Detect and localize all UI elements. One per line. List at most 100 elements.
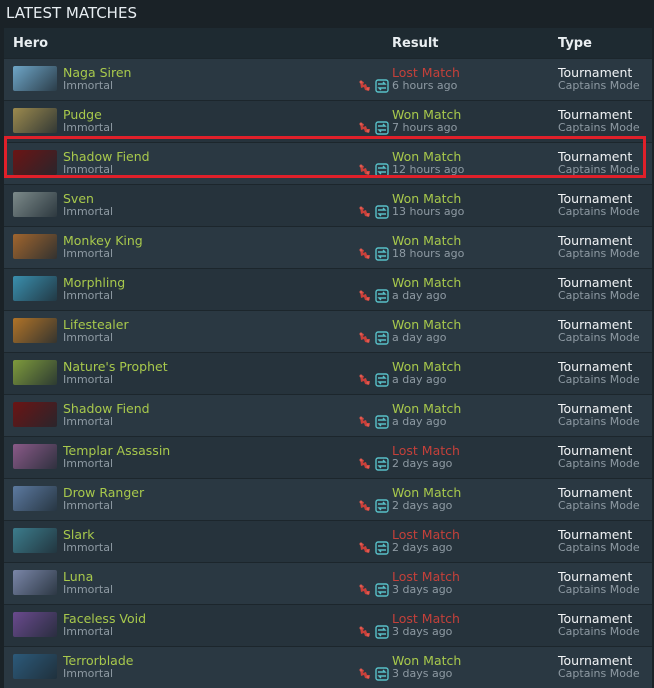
match-result-link[interactable]: Won Match	[392, 107, 461, 122]
hero-name-link[interactable]: Morphling	[63, 275, 125, 290]
feet-icon	[359, 374, 370, 385]
hero-name-link[interactable]: Pudge	[63, 107, 102, 122]
skill-bracket: Immortal	[63, 331, 114, 344]
match-type: Tournament	[558, 653, 633, 668]
table-row[interactable]: Slark Immortal Lost Match 2 days ago Tou…	[4, 520, 652, 562]
match-result-link[interactable]: Lost Match	[392, 569, 460, 584]
game-mode: Captains Mode	[558, 499, 640, 512]
match-icons	[358, 541, 390, 555]
table-row[interactable]: Morphling Immortal Won Match a day ago T…	[4, 268, 652, 310]
swap-icon	[375, 583, 389, 597]
match-result-link[interactable]: Won Match	[392, 317, 461, 332]
table-row[interactable]: Lifestealer Immortal Won Match a day ago…	[4, 310, 652, 352]
skill-bracket: Immortal	[63, 247, 114, 260]
hero-portrait[interactable]	[13, 108, 57, 133]
hero-portrait[interactable]	[13, 528, 57, 553]
hero-portrait[interactable]	[13, 402, 57, 427]
match-result-link[interactable]: Won Match	[392, 401, 461, 416]
swap-icon	[375, 331, 389, 345]
hero-name-link[interactable]: Terrorblade	[63, 653, 133, 668]
match-time: 3 days ago	[392, 625, 453, 638]
match-result-link[interactable]: Lost Match	[392, 527, 460, 542]
hero-portrait[interactable]	[13, 444, 57, 469]
hero-name-link[interactable]: Shadow Fiend	[63, 149, 150, 164]
hero-name-link[interactable]: Luna	[63, 569, 93, 584]
hero-portrait[interactable]	[13, 276, 57, 301]
match-result-link[interactable]: Lost Match	[392, 443, 460, 458]
match-result-link[interactable]: Won Match	[392, 191, 461, 206]
table-row[interactable]: Sven Immortal Won Match 13 hours ago Tou…	[4, 184, 652, 226]
column-header-result: Result	[392, 35, 439, 51]
hero-name-link[interactable]: Drow Ranger	[63, 485, 144, 500]
match-icons	[358, 373, 390, 387]
table-row[interactable]: Templar Assassin Immortal Lost Match 2 d…	[4, 436, 652, 478]
match-result-link[interactable]: Won Match	[392, 149, 461, 164]
game-mode: Captains Mode	[558, 79, 640, 92]
match-type: Tournament	[558, 401, 633, 416]
match-result-link[interactable]: Lost Match	[392, 65, 460, 80]
swap-icon	[375, 247, 389, 261]
match-icons	[358, 667, 390, 681]
hero-name-link[interactable]: Nature's Prophet	[63, 359, 168, 374]
feet-icon	[359, 248, 370, 259]
feet-icon	[359, 122, 370, 133]
hero-portrait[interactable]	[13, 234, 57, 259]
table-row[interactable]: Shadow Fiend Immortal Won Match a day ag…	[4, 394, 652, 436]
match-type: Tournament	[558, 149, 633, 164]
match-result-link[interactable]: Won Match	[392, 485, 461, 500]
column-header-type: Type	[558, 35, 592, 51]
hero-portrait[interactable]	[13, 192, 57, 217]
game-mode: Captains Mode	[558, 667, 640, 680]
table-row[interactable]: Shadow Fiend Immortal Won Match 12 hours…	[4, 142, 652, 184]
skill-bracket: Immortal	[63, 121, 114, 134]
hero-portrait[interactable]	[13, 612, 57, 637]
hero-name-link[interactable]: Lifestealer	[63, 317, 129, 332]
hero-portrait[interactable]	[13, 570, 57, 595]
hero-portrait[interactable]	[13, 318, 57, 343]
feet-icon	[359, 626, 370, 637]
table-row[interactable]: Luna Immortal Lost Match 3 days ago Tour…	[4, 562, 652, 604]
table-row[interactable]: Monkey King Immortal Won Match 18 hours …	[4, 226, 652, 268]
match-result-link[interactable]: Won Match	[392, 359, 461, 374]
game-mode: Captains Mode	[558, 457, 640, 470]
hero-name-link[interactable]: Templar Assassin	[63, 443, 170, 458]
feet-icon	[359, 206, 370, 217]
hero-name-link[interactable]: Faceless Void	[63, 611, 146, 626]
hero-portrait[interactable]	[13, 486, 57, 511]
match-icons	[358, 625, 390, 639]
feet-icon	[359, 584, 370, 595]
skill-bracket: Immortal	[63, 79, 114, 92]
swap-icon	[375, 121, 389, 135]
match-result-link[interactable]: Won Match	[392, 275, 461, 290]
hero-name-link[interactable]: Slark	[63, 527, 94, 542]
hero-name-link[interactable]: Sven	[63, 191, 94, 206]
hero-name-link[interactable]: Naga Siren	[63, 65, 131, 80]
hero-portrait[interactable]	[13, 654, 57, 679]
feet-icon	[359, 332, 370, 343]
table-row[interactable]: Terrorblade Immortal Won Match 3 days ag…	[4, 646, 652, 688]
table-header: Hero Result Type	[4, 28, 652, 58]
table-row[interactable]: Pudge Immortal Won Match 7 hours ago Tou…	[4, 100, 652, 142]
hero-portrait[interactable]	[13, 150, 57, 175]
skill-bracket: Immortal	[63, 163, 114, 176]
feet-icon	[359, 542, 370, 553]
hero-portrait[interactable]	[13, 66, 57, 91]
match-type: Tournament	[558, 191, 633, 206]
hero-portrait[interactable]	[13, 360, 57, 385]
match-time: 2 days ago	[392, 457, 453, 470]
match-result-link[interactable]: Won Match	[392, 653, 461, 668]
swap-icon	[375, 457, 389, 471]
table-row[interactable]: Faceless Void Immortal Lost Match 3 days…	[4, 604, 652, 646]
game-mode: Captains Mode	[558, 247, 640, 260]
skill-bracket: Immortal	[63, 205, 114, 218]
match-icons	[358, 289, 390, 303]
hero-name-link[interactable]: Shadow Fiend	[63, 401, 150, 416]
table-row[interactable]: Nature's Prophet Immortal Won Match a da…	[4, 352, 652, 394]
match-result-link[interactable]: Lost Match	[392, 611, 460, 626]
match-result-link[interactable]: Won Match	[392, 233, 461, 248]
table-row[interactable]: Naga Siren Immortal Lost Match 6 hours a…	[4, 58, 652, 100]
hero-name-link[interactable]: Monkey King	[63, 233, 143, 248]
match-time: a day ago	[392, 289, 447, 302]
table-row[interactable]: Drow Ranger Immortal Won Match 2 days ag…	[4, 478, 652, 520]
game-mode: Captains Mode	[558, 541, 640, 554]
